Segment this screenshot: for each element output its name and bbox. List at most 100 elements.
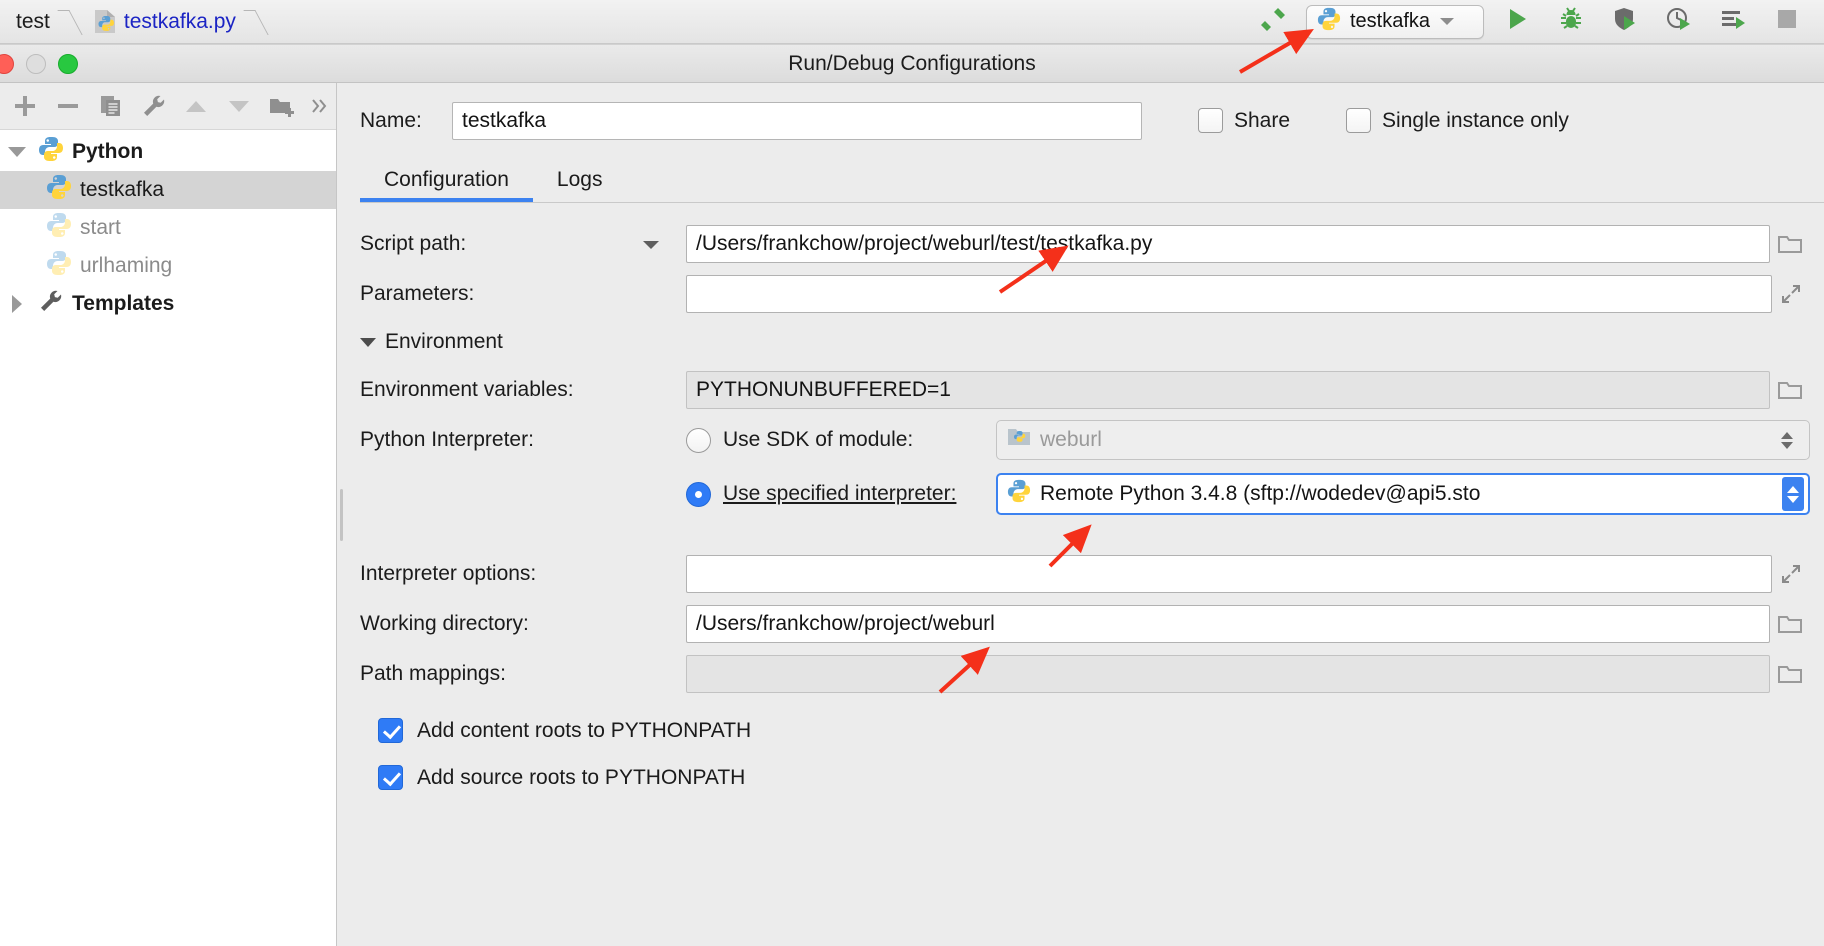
interpreter-options-expand-button[interactable]	[1772, 555, 1810, 593]
run-configuration-label: testkafka	[1350, 10, 1431, 32]
tree-node-testkafka[interactable]: testkafka	[0, 171, 336, 209]
script-path-dropdown-icon[interactable]	[638, 238, 664, 250]
path-mappings-input[interactable]	[686, 655, 1770, 693]
breadcrumb-item-testkafka-py[interactable]: testkafka.py	[78, 0, 250, 44]
stop-button[interactable]	[1760, 0, 1814, 44]
environment-section-header[interactable]: Environment	[360, 319, 1810, 365]
tree-node-urlhaming[interactable]: urlhaming	[0, 247, 336, 285]
edit-templates-button[interactable]	[132, 83, 175, 130]
name-label: Name:	[360, 108, 422, 132]
breadcrumb-separator-icon-2	[250, 0, 264, 44]
environment-variables-browse-button[interactable]	[1770, 371, 1810, 409]
run-with-console-button[interactable]	[1706, 0, 1760, 44]
run-toolbar: testkafka	[1246, 0, 1824, 44]
close-window-button[interactable]	[0, 54, 14, 74]
tab-logs[interactable]: Logs	[533, 168, 627, 202]
configurations-sidebar: Python testkafka start urlhaming Templat…	[0, 83, 337, 946]
share-label: Share	[1234, 108, 1291, 132]
breadcrumb-item-test[interactable]: test	[0, 0, 64, 44]
sdk-module-combo[interactable]: weburl	[996, 420, 1810, 460]
arrow-down-icon	[228, 101, 249, 112]
tree-node-python[interactable]: Python	[0, 133, 336, 171]
share-checkbox[interactable]	[1198, 108, 1223, 133]
copy-icon	[100, 96, 120, 116]
create-folder-button[interactable]	[260, 83, 303, 130]
working-directory-label: Working directory:	[360, 612, 529, 635]
section-collapse-icon[interactable]	[360, 337, 376, 347]
tree-node-label: start	[80, 216, 121, 239]
breadcrumb-separator-icon	[64, 0, 78, 44]
configuration-form: Name: Share Single instance only Configu…	[346, 83, 1824, 946]
profile-button[interactable]	[1652, 0, 1706, 44]
expand-collapse-icon[interactable]	[4, 295, 30, 313]
add-configuration-button[interactable]	[4, 83, 47, 130]
script-path-label: Script path:	[360, 232, 467, 255]
chevron-down-icon[interactable]	[1439, 13, 1455, 31]
specified-interpreter-combo[interactable]: Remote Python 3.4.8 (sftp://wodedev@api5…	[996, 473, 1810, 515]
environment-variables-input[interactable]: PYTHONUNBUFFERED=1	[686, 371, 1770, 409]
single-instance-checkbox[interactable]	[1346, 108, 1372, 133]
tab-configuration[interactable]: Configuration	[360, 168, 533, 202]
window-controls	[0, 54, 78, 74]
working-directory-browse-button[interactable]	[1770, 605, 1810, 643]
add-source-roots-row[interactable]: Add source roots to PYTHONPATH	[360, 754, 1810, 801]
parameters-row: Parameters:	[360, 269, 1810, 319]
expand-icon	[1782, 285, 1800, 303]
wrench-icon	[38, 288, 64, 320]
parameters-expand-button[interactable]	[1772, 275, 1810, 313]
hammer-icon	[1258, 4, 1288, 39]
stop-square-icon	[1774, 6, 1800, 37]
use-specified-interpreter-radio[interactable]	[686, 481, 711, 507]
use-sdk-of-module-radio[interactable]	[686, 427, 711, 453]
move-up-button[interactable]	[175, 83, 218, 130]
zoom-window-button[interactable]	[58, 54, 78, 74]
name-input[interactable]	[452, 101, 1142, 140]
tree-node-label: Templates	[72, 292, 175, 315]
add-content-roots-row[interactable]: Add content roots to PYTHONPATH	[360, 707, 1810, 754]
ide-toolbar: test testkafka.py testkafka	[0, 0, 1824, 44]
tab-label: Logs	[556, 168, 603, 191]
move-down-button[interactable]	[218, 83, 261, 130]
sdk-module-stepper-icon[interactable]	[1781, 423, 1803, 457]
run-configuration-selector[interactable]: testkafka	[1306, 4, 1484, 39]
script-path-browse-button[interactable]	[1770, 225, 1810, 263]
run-button[interactable]	[1490, 0, 1544, 44]
script-path-input[interactable]: /Users/frankchow/project/weburl/test/tes…	[686, 225, 1770, 263]
pycharm-run-debug-configurations-screen: test testkafka.py testkafka Run/Debug Co…	[0, 0, 1824, 946]
working-directory-input[interactable]: /Users/frankchow/project/weburl	[686, 605, 1770, 643]
python-icon-faded	[46, 250, 72, 282]
interpreter-options-input[interactable]	[686, 555, 1772, 593]
configuration-tab-content: Script path: /Users/frankchow/project/we…	[360, 202, 1824, 801]
chevron-double-right-icon	[311, 99, 326, 113]
coverage-button[interactable]	[1598, 0, 1652, 44]
expand-collapse-icon[interactable]	[4, 147, 30, 157]
specified-interpreter-value: Remote Python 3.4.8 (sftp://wodedev@api5…	[1040, 482, 1481, 505]
add-content-roots-checkbox[interactable]	[378, 718, 403, 743]
build-project-button[interactable]	[1246, 0, 1300, 44]
tree-node-label: Python	[72, 140, 144, 163]
path-mappings-browse-button[interactable]	[1770, 655, 1810, 693]
more-actions-button[interactable]	[303, 83, 336, 130]
sdk-module-value: weburl	[1040, 428, 1102, 451]
dialog-titlebar: Run/Debug Configurations	[0, 45, 1824, 83]
remove-configuration-button[interactable]	[47, 83, 90, 130]
tree-node-start[interactable]: start	[0, 209, 336, 247]
add-source-roots-checkbox[interactable]	[378, 765, 403, 790]
configuration-tabs: Configuration Logs	[360, 152, 1824, 202]
plus-icon	[15, 96, 36, 116]
module-icon	[1007, 426, 1031, 454]
minimize-window-button[interactable]	[26, 54, 46, 74]
tree-node-label: testkafka	[80, 178, 165, 201]
wrench-icon	[143, 95, 164, 116]
interpreter-options-row: Interpreter options:	[360, 549, 1810, 599]
panel-splitter[interactable]	[337, 83, 346, 946]
python-interpreter-label: Python Interpreter:	[360, 428, 534, 451]
tree-node-templates[interactable]: Templates	[0, 285, 336, 323]
configurations-tree: Python testkafka start urlhaming Templat…	[0, 130, 336, 946]
use-sdk-of-module-label: Use SDK of module:	[723, 428, 914, 451]
arrow-up-icon	[186, 101, 207, 112]
specified-interpreter-stepper-icon[interactable]	[1782, 477, 1804, 511]
debug-button[interactable]	[1544, 0, 1598, 44]
parameters-input[interactable]	[686, 275, 1772, 313]
copy-configuration-button[interactable]	[89, 83, 132, 130]
